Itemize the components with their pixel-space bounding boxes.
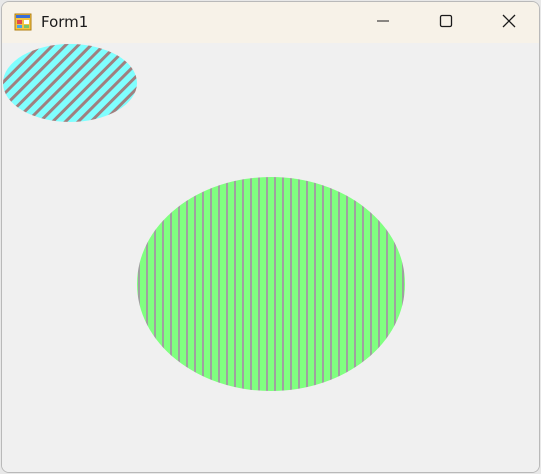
minimize-icon: [376, 13, 390, 32]
hatched-ellipse-large: [137, 177, 405, 391]
form-app-icon[interactable]: [14, 13, 32, 31]
title-bar[interactable]: Form1: [2, 2, 539, 43]
form-client-area[interactable]: [2, 43, 539, 472]
close-icon: [502, 13, 516, 32]
hatched-ellipse-small: [3, 44, 137, 122]
close-button[interactable]: [486, 2, 532, 43]
maximize-icon: [439, 13, 453, 32]
drawing-canvas: [3, 44, 405, 391]
window-title: Form1: [41, 13, 89, 31]
maximize-button[interactable]: [423, 2, 469, 43]
form-window: Form1: [1, 1, 540, 473]
minimize-button[interactable]: [360, 2, 406, 43]
